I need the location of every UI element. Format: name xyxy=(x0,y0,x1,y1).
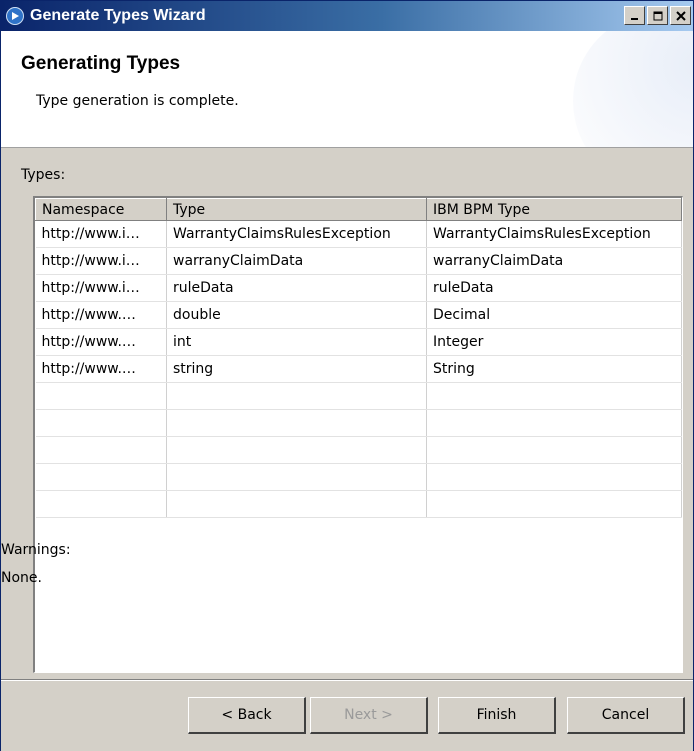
empty-table-row xyxy=(35,463,682,491)
back-button[interactable]: < Back xyxy=(188,697,306,734)
namespace-cell: http://www.i… xyxy=(35,220,167,248)
title-bar[interactable]: Generate Types Wizard xyxy=(1,1,693,31)
types-table[interactable]: Namespace Type IBM BPM Type http://www.i… xyxy=(33,196,683,673)
wizard-body: Types: Namespace Type IBM BPM Type http:… xyxy=(1,149,693,679)
warnings-label: Warnings: xyxy=(1,542,71,558)
page-description: Type generation is complete. xyxy=(36,93,239,109)
type-cell: string xyxy=(166,355,427,383)
bpm-type-cell: ruleData xyxy=(426,274,682,302)
bpm-type-cell: Integer xyxy=(426,328,682,356)
table-row[interactable]: http://www.i… WarrantyClaimsRulesExcepti… xyxy=(35,220,682,248)
finish-button[interactable]: Finish xyxy=(438,697,556,734)
bpm-type-cell: WarrantyClaimsRulesException xyxy=(426,220,682,248)
bpm-type-cell: Decimal xyxy=(426,301,682,329)
column-header-ibm-bpm-type[interactable]: IBM BPM Type xyxy=(426,198,682,221)
window-title: Generate Types Wizard xyxy=(30,7,206,24)
table-row[interactable]: http://www.i… warranyClaimData warranyCl… xyxy=(35,247,682,275)
button-bar: < Back Next > Finish Cancel xyxy=(1,681,693,751)
namespace-cell: http://www.… xyxy=(35,301,167,329)
empty-table-row xyxy=(35,382,682,410)
empty-table-row xyxy=(35,409,682,437)
next-button[interactable]: Next > xyxy=(310,697,428,734)
namespace-cell: http://www.… xyxy=(35,355,167,383)
type-cell: ruleData xyxy=(166,274,427,302)
table-row[interactable]: http://www.… double Decimal xyxy=(35,301,682,329)
namespace-cell: http://www.i… xyxy=(35,247,167,275)
minimize-button[interactable] xyxy=(624,6,645,25)
cancel-button[interactable]: Cancel xyxy=(567,697,685,734)
table-row[interactable]: http://www.… int Integer xyxy=(35,328,682,356)
type-cell: WarrantyClaimsRulesException xyxy=(166,220,427,248)
table-header-row: Namespace Type IBM BPM Type xyxy=(35,198,682,221)
empty-table-row xyxy=(35,490,682,518)
type-cell: warranyClaimData xyxy=(166,247,427,275)
column-header-type[interactable]: Type xyxy=(166,198,427,221)
type-cell: double xyxy=(166,301,427,329)
table-row[interactable]: http://www.i… ruleData ruleData xyxy=(35,274,682,302)
bpm-type-cell: warranyClaimData xyxy=(426,247,682,275)
namespace-cell: http://www.i… xyxy=(35,274,167,302)
types-label: Types: xyxy=(21,167,66,183)
namespace-cell: http://www.… xyxy=(35,328,167,356)
page-title: Generating Types xyxy=(21,53,181,74)
bpm-type-cell: String xyxy=(426,355,682,383)
column-header-namespace[interactable]: Namespace xyxy=(35,198,167,221)
warnings-value: None. xyxy=(1,570,42,586)
wizard-icon xyxy=(6,7,24,25)
type-cell: int xyxy=(166,328,427,356)
empty-table-row xyxy=(35,436,682,464)
table-row[interactable]: http://www.… string String xyxy=(35,355,682,383)
wizard-window: Generate Types Wizard Generating Types T… xyxy=(0,0,694,751)
close-button[interactable] xyxy=(670,6,691,25)
wizard-header: Generating Types Type generation is comp… xyxy=(1,31,693,148)
window-controls xyxy=(624,6,691,25)
maximize-button[interactable] xyxy=(647,6,668,25)
header-decoration xyxy=(573,31,693,147)
